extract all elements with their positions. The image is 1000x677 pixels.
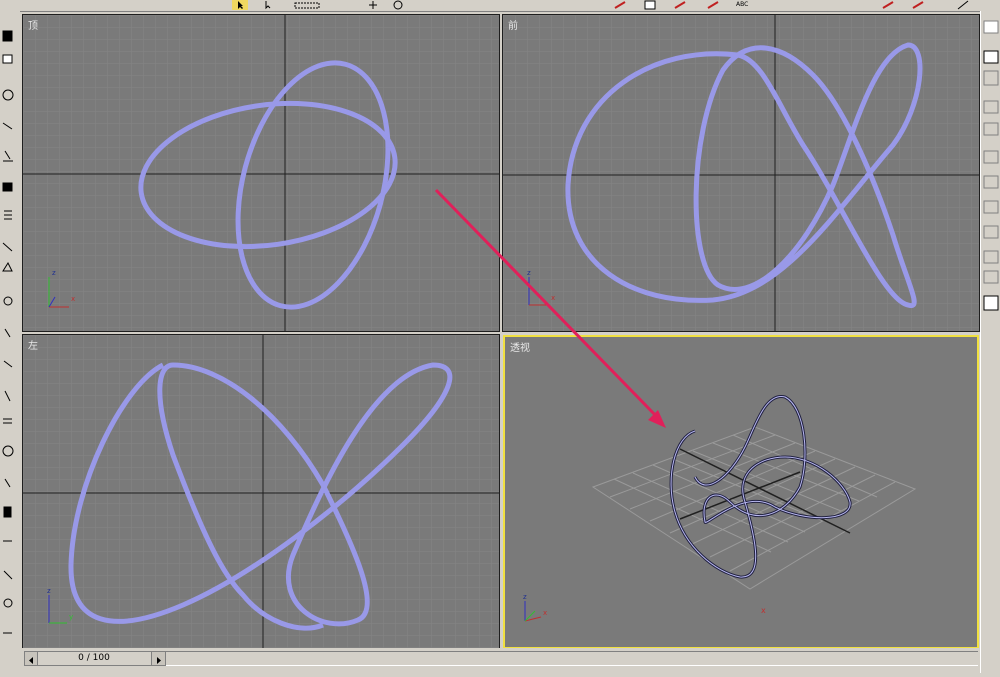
- next-frame-button[interactable]: [151, 652, 165, 665]
- time-slider-track[interactable]: [166, 651, 978, 666]
- time-slider[interactable]: 0 / 100: [24, 651, 166, 666]
- frame-counter[interactable]: 0 / 100: [39, 652, 149, 665]
- time-slider-bar: 0 / 100: [0, 648, 980, 673]
- previous-frame-button[interactable]: [25, 652, 38, 665]
- annotation-arrow: [434, 188, 666, 428]
